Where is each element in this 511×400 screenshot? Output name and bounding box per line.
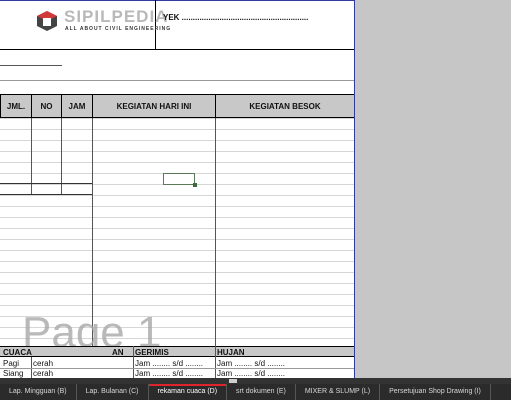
tab-srt-dokumen[interactable]: srt dokumen (E) xyxy=(227,384,296,400)
grid-line xyxy=(0,250,354,251)
grid-line xyxy=(0,283,354,284)
grid-line xyxy=(0,118,354,119)
grid-line xyxy=(0,162,354,163)
weather-row-hujan: Jam ........ s/d ........ xyxy=(217,369,286,378)
col-header-jam: JAM xyxy=(61,94,93,118)
grid-line xyxy=(0,305,354,306)
tab-lap-mingguan[interactable]: Lap. Mingguan (B) xyxy=(0,384,77,400)
weather-row-time: Siang xyxy=(3,369,24,378)
grid-line xyxy=(0,140,354,141)
spreadsheet-page[interactable]: SIPILPEDIA ALL ABOUT CIVIL ENGINEERING Y… xyxy=(0,0,355,378)
weather-row-gerimis: Jam ........ s/d ........ xyxy=(135,369,204,378)
grid-line xyxy=(0,195,354,196)
scrollbar-thumb[interactable] xyxy=(229,379,237,383)
grid-line xyxy=(0,129,354,130)
weather-hujan: HUJAN xyxy=(217,348,245,357)
col-header-kegiatan-besok: KEGIATAN BESOK xyxy=(215,94,354,118)
selected-cell[interactable] xyxy=(163,173,197,187)
tab-persetujuan-shop-drawing[interactable]: Persetujuan Shop Drawing (I) xyxy=(380,384,491,400)
weather-col: AN xyxy=(112,348,124,357)
weather-row-time: Pagi xyxy=(3,359,20,368)
sheet-tab-bar: Lap. Mingguan (B) Lap. Bulanan (C) rekam… xyxy=(0,384,511,400)
weather-header xyxy=(0,346,354,357)
col-header-kegiatan-hari-ini: KEGIATAN HARI INI xyxy=(92,94,216,118)
proyek-label: YEK ....................................… xyxy=(163,13,309,22)
grid-line xyxy=(0,228,354,229)
weather-cuaca: CUACA xyxy=(3,348,32,357)
grid-line xyxy=(0,217,354,218)
col-header-no: NO xyxy=(31,94,62,118)
grid-line xyxy=(0,272,354,273)
grid-line xyxy=(0,151,354,152)
grid-line xyxy=(0,239,354,240)
col-header-jml: JML. xyxy=(0,94,32,118)
weather-gerimis: GERIMIS xyxy=(135,348,169,357)
tab-lap-bulanan[interactable]: Lap. Bulanan (C) xyxy=(77,384,149,400)
grid-line xyxy=(0,206,354,207)
brand-name: SIPILPEDIA xyxy=(64,7,169,26)
tab-mixer-slump[interactable]: MIXER & SLUMP (L) xyxy=(296,384,381,400)
cut-label: ................... xyxy=(170,43,213,48)
brand-tagline: ALL ABOUT CIVIL ENGINEERING xyxy=(65,26,172,32)
tab-rekaman-cuaca[interactable]: rekaman cuaca (D) xyxy=(148,384,228,400)
weather-row-cond: cerah xyxy=(33,359,54,368)
weather-row-cond: cerah xyxy=(33,369,54,378)
grid-line xyxy=(0,261,354,262)
weather-row-hujan: Jam ........ s/d ........ xyxy=(217,359,286,368)
weather-row-gerimis: Jam ........ s/d ........ xyxy=(135,359,204,368)
sipilpedia-logo-icon xyxy=(37,11,57,31)
grid-line xyxy=(0,294,354,295)
